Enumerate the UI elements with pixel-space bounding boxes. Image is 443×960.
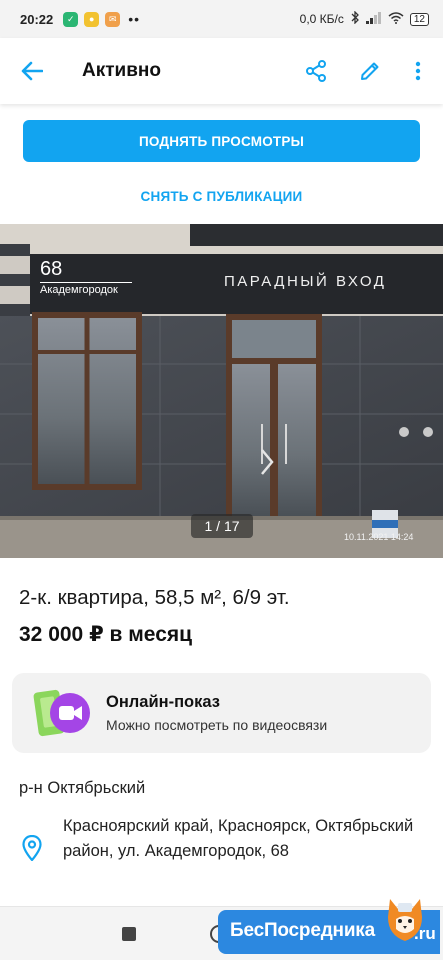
app-notification-icon: ●: [84, 11, 100, 27]
app-bar: Активно: [0, 38, 443, 104]
unpublish-button[interactable]: СНЯТЬ С ПУБЛИКАЦИИ: [23, 182, 420, 210]
app-notification-icon: ✓: [63, 11, 79, 27]
watermark-brand: БесПосредника: [230, 920, 375, 941]
online-show-title: Онлайн-показ: [106, 693, 220, 711]
address-text[interactable]: Красноярский край, Красноярск, Октябрьск…: [63, 814, 423, 864]
bluetooth-icon: [350, 10, 360, 27]
online-show-subtitle: Можно посмотреть по видеосвязи: [106, 717, 328, 733]
entrance-sign-label: ПАРАДНЫЙ ВХОД: [224, 273, 387, 290]
signal-icon: [365, 11, 382, 27]
district-label: р-н Октябрьский: [19, 779, 146, 797]
status-bar: 20:22 ✓ ● ✉ •• 0,0 КБ/с 12: [0, 0, 443, 38]
arrow-back-icon[interactable]: [20, 59, 44, 83]
online-show-card[interactable]: Онлайн-показ Можно посмотреть по видеосв…: [12, 673, 431, 753]
recents-button[interactable]: [122, 927, 136, 941]
page-title: Активно: [82, 60, 161, 81]
mail-icon: ✉: [105, 11, 121, 27]
status-time: 20:22: [20, 11, 54, 27]
more-notifications-icon: ••: [128, 11, 141, 27]
fox-mascot-icon: [388, 899, 422, 941]
photo-gallery[interactable]: 68 Академгородок ПАРАДНЫЙ ВХОД 10.11.202…: [0, 224, 443, 558]
listing-price: 32 000 ₽ в месяц: [19, 623, 193, 646]
street-sign-label: Академгородок: [40, 282, 132, 296]
house-number-label: 68: [40, 258, 63, 280]
listing-title: 2-к. квартира, 58,5 м², 6/9 эт.: [19, 586, 290, 609]
location-pin-icon: [22, 835, 42, 861]
pencil-icon[interactable]: [358, 59, 382, 83]
video-call-icon: [33, 689, 90, 737]
photo-timestamp: 10.11.2021 14:24: [344, 532, 414, 542]
share-icon[interactable]: [304, 59, 328, 83]
more-vert-icon[interactable]: [406, 59, 430, 83]
wifi-icon: [388, 11, 404, 27]
photo-counter: 1 / 17: [191, 514, 253, 538]
battery-icon: 12: [409, 12, 429, 26]
boost-views-button[interactable]: ПОДНЯТЬ ПРОСМОТРЫ: [23, 120, 420, 162]
net-speed: 0,0 КБ/с: [299, 12, 344, 26]
